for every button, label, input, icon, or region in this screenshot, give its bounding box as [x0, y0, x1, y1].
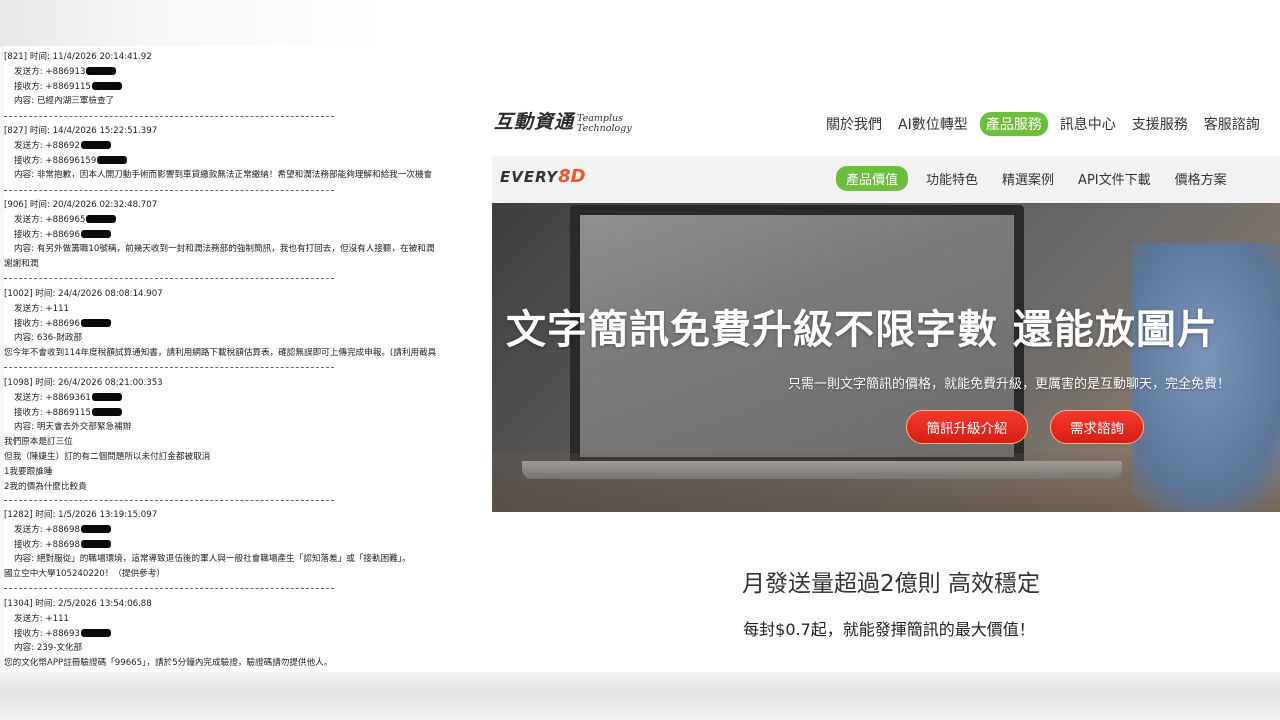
- main-menu-ai[interactable]: AI數位轉型: [894, 112, 972, 136]
- entry-receiver: 接收方: +8869115: [4, 406, 492, 421]
- sub-menu-features[interactable]: 功能特色: [920, 166, 984, 191]
- entry-header: [1282] 时间: 1/5/2026 13:19:15.097: [4, 510, 158, 520]
- entry-header: [1098] 时间: 26/4/2026 08:21:00.353: [4, 378, 163, 388]
- redaction-mark: [80, 318, 111, 327]
- sms-entry: [1002] 时间: 24/4/2026 08:08:14.907 发送方: +…: [4, 287, 492, 361]
- every8d-logo[interactable]: EVERY 8D: [500, 166, 586, 187]
- redaction-mark: [86, 214, 117, 223]
- redaction-mark: [86, 66, 117, 75]
- entry-divider: [4, 367, 334, 368]
- redaction-mark: [80, 229, 111, 238]
- blurred-bottom-background: [0, 672, 1280, 720]
- redaction-mark: [80, 539, 111, 548]
- entry-divider: [4, 116, 334, 117]
- sms-entry: [1282] 时间: 1/5/2026 13:19:15.097 发送方: +8…: [4, 508, 492, 582]
- entry-extra-line: 1我要跟誰睡: [4, 466, 53, 477]
- entry-extra-line: 我們原本是訂三位: [4, 437, 73, 448]
- entry-sender: 发送方: +88698: [4, 523, 492, 538]
- entry-sender: 发送方: +886965: [4, 213, 492, 228]
- redaction-mark: [91, 392, 122, 401]
- main-menu-contact[interactable]: 客服諮詢: [1200, 112, 1264, 136]
- entry-receiver: 接收方: +88696: [4, 228, 492, 243]
- entry-content: 内容: 有另外做籌職10號稱，前幾天收到一封和潤法務部的強制簡訊，我也有打回去，…: [14, 244, 435, 255]
- section-subtitle: 每封$0.7起，就能發揮簡訊的最大價值！: [743, 620, 1035, 639]
- top-navigation: 互動資通 Teamplus Technology 關於我們 AI數位轉型 產品服…: [492, 46, 1280, 156]
- entry-content: 内容: 絕對服從」的職場環境，這常導致退伍後的軍人與一般社會職場產生「認知落差」…: [14, 554, 411, 565]
- product-sub-navigation: EVERY 8D 產品價值 功能特色 精選案例 API文件下載 價格方案: [492, 156, 1280, 203]
- company-logo-en: Teamplus Technology: [577, 113, 632, 134]
- entry-content: 内容: 已經內湖三軍檢查了: [14, 96, 115, 107]
- entry-receiver: 接收方: +88696159: [4, 154, 492, 169]
- entry-content: 内容: 非常抱歉，因本人開刀動手術而影響到車貸繳款無法正常繳納！希望和潤法務部能…: [14, 170, 433, 181]
- entry-extra-line: 謝謝和潤: [4, 259, 39, 270]
- entry-sender: 发送方: +88692: [4, 139, 492, 154]
- entry-content: 内容: 636-財政部: [14, 333, 83, 344]
- entry-sender: 发送方: +886913: [4, 65, 492, 80]
- entry-receiver: 接收方: +88698: [4, 538, 492, 553]
- section-title: 月發送量超過2億則 高效穩定: [742, 571, 1040, 597]
- main-menu-about[interactable]: 關於我們: [822, 112, 886, 136]
- redaction-mark: [91, 81, 122, 90]
- entry-header: [1304] 时间: 2/5/2026 13:54:06.88: [4, 599, 152, 609]
- sub-menu-value[interactable]: 產品價值: [836, 166, 909, 191]
- entry-extra-line: 您今年不會收到114年度稅額試算通知書，請利用網路下載稅額估算表，確認無誤即可上…: [4, 348, 437, 359]
- entry-header: [821] 时间: 11/4/2026 20:14:41.92: [4, 52, 152, 62]
- main-menu-products[interactable]: 產品服務: [979, 112, 1048, 136]
- entry-extra-line: 2我的價為什麼比較貴: [4, 481, 87, 492]
- entry-divider: [4, 500, 334, 501]
- hero-banner: 文字簡訊免費升級不限字數 還能放圖片 只需一則文字簡訊的價格，就能免費升級，更厲…: [492, 203, 1280, 512]
- hero-subtitle: 只需一則文字簡訊的價格，就能免費升級，更厲害的是互動聊天，完全免費！: [788, 377, 1231, 392]
- entry-receiver: 接收方: +88693: [4, 627, 492, 642]
- entry-extra-line: 但我（陳婕生）訂的有二個問題所以未付訂金都被取消: [4, 451, 211, 462]
- entry-content: 内容: 明天會去外交部緊急補辦: [14, 422, 132, 433]
- blurred-top-background: [0, 0, 1280, 46]
- sms-upgrade-intro-button[interactable]: 簡訊升級介紹: [906, 410, 1028, 444]
- entry-header: [827] 时间: 14/4/2026 15:22:51.397: [4, 126, 158, 136]
- entry-receiver: 接收方: +8869115: [4, 80, 492, 95]
- entry-receiver: 接收方: +88696: [4, 317, 492, 332]
- sms-entry: [1304] 时间: 2/5/2026 13:54:06.88 发送方: +11…: [4, 597, 492, 671]
- website-screenshot: 互動資通 Teamplus Technology 關於我們 AI數位轉型 產品服…: [492, 46, 1280, 672]
- company-logo[interactable]: 互動資通 Teamplus Technology: [494, 110, 632, 134]
- entry-divider: [4, 190, 334, 191]
- entry-extra-line: 您的文化幣APP註冊驗證碼「99665」，請於5分鐘內完成驗證，驗證碼請勿提供他…: [4, 658, 333, 669]
- consultation-button[interactable]: 需求諮詢: [1050, 410, 1144, 444]
- sub-menu-cases[interactable]: 精選案例: [996, 166, 1060, 191]
- sms-entry: [906] 时间: 20/4/2026 02:32:48.707 发送方: +8…: [4, 198, 492, 272]
- main-menu: 關於我們 AI數位轉型 產品服務 訊息中心 支援服務 客服諮詢: [822, 112, 1264, 136]
- sms-entry: [827] 时间: 14/4/2026 15:22:51.397 发送方: +8…: [4, 124, 492, 183]
- entry-sender: 发送方: +111: [14, 613, 70, 624]
- main-menu-news[interactable]: 訊息中心: [1056, 112, 1120, 136]
- entry-content: 内容: 239-文化部: [14, 643, 83, 654]
- redaction-mark: [80, 524, 111, 533]
- entry-header: [906] 时间: 20/4/2026 02:32:48.707: [4, 200, 158, 210]
- company-logo-cn: 互動資通: [494, 111, 575, 133]
- entry-sender: 发送方: +8869361: [4, 391, 492, 406]
- sms-entry: [1098] 时间: 26/4/2026 08:21:00.353 发送方: +…: [4, 376, 492, 494]
- redaction-mark: [80, 628, 111, 637]
- sms-log-panel: [821] 时间: 11/4/2026 20:14:41.92 发送方: +88…: [4, 46, 492, 672]
- sms-entry: [821] 时间: 11/4/2026 20:14:41.92 发送方: +88…: [4, 50, 492, 109]
- entry-extra-line: 國立空中大學105240220！（提供參考）: [4, 569, 165, 580]
- sub-menu-pricing[interactable]: 價格方案: [1169, 166, 1233, 191]
- sub-menu-api[interactable]: API文件下載: [1072, 166, 1157, 191]
- entry-divider: [4, 278, 334, 279]
- redaction-mark: [91, 407, 122, 416]
- hero-title: 文字簡訊免費升級不限字數 還能放圖片: [506, 307, 1218, 353]
- entry-sender: 发送方: +111: [14, 303, 70, 314]
- sub-menu: 產品價值 功能特色 精選案例 API文件下載 價格方案: [836, 166, 1233, 191]
- entry-header: [1002] 时间: 24/4/2026 08:08:14.907: [4, 289, 163, 299]
- main-menu-support[interactable]: 支援服務: [1128, 112, 1192, 136]
- redaction-mark: [97, 155, 128, 164]
- redaction-mark: [80, 140, 111, 149]
- entry-divider: [4, 588, 334, 589]
